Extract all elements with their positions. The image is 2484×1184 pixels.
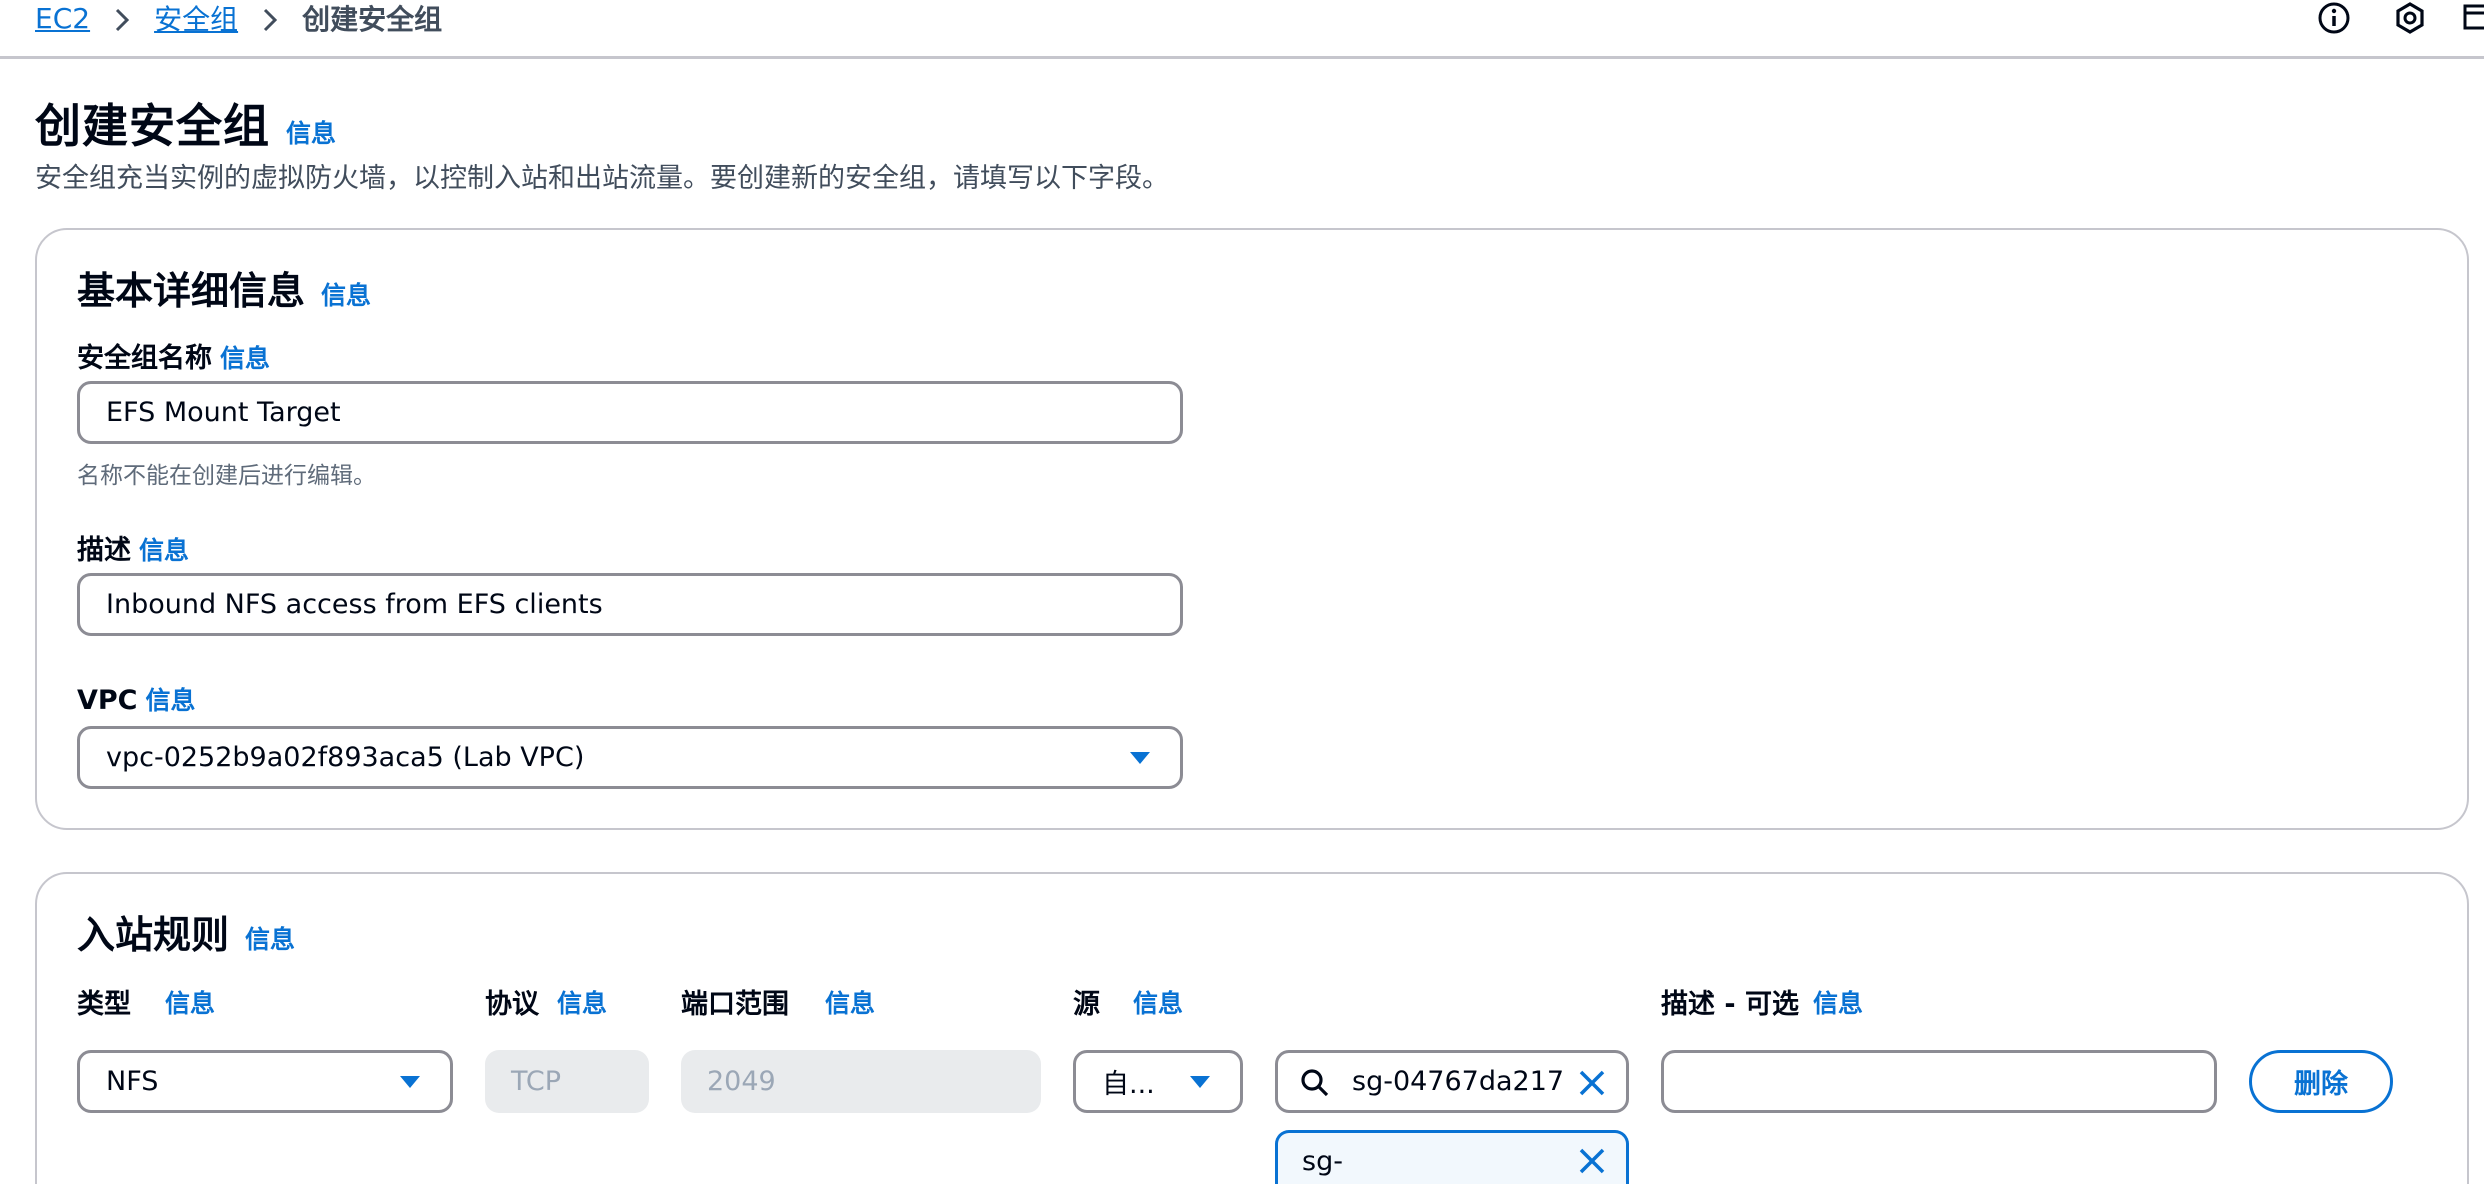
chevron-right-icon [238, 2, 302, 35]
name-field-label: 安全组名称 信息 [77, 336, 270, 375]
page-header: 创建安全组 信息 [35, 90, 336, 156]
breadcrumb: EC2 安全组 创建安全组 [35, 0, 443, 38]
caret-down-icon [1130, 751, 1150, 764]
breadcrumb-security-groups-link[interactable]: 安全组 [154, 0, 238, 38]
create-security-group-page: EC2 安全组 创建安全组 创建安全组 信息 安全组充当实例的虚拟防火墙，以控制… [0, 0, 2484, 1184]
name-hint: 名称不能在创建后进行编辑。 [77, 463, 376, 489]
column-port-label: 端口范围 [681, 989, 789, 1020]
rule-protocol-field: TCP [485, 1050, 649, 1113]
security-group-name-input[interactable]: EFS Mount Target [77, 381, 1183, 444]
rule-source-search-value: sg-04767da217 [1352, 1066, 1565, 1097]
column-protocol-info-link[interactable]: 信息 [557, 984, 607, 1020]
rule-source-type-value: 自... [1102, 1069, 1155, 1100]
column-description-info-link[interactable]: 信息 [1813, 984, 1863, 1020]
column-source-label: 源 [1073, 989, 1100, 1020]
name-info-link[interactable]: 信息 [220, 339, 270, 375]
basic-details-heading: 基本详细信息 信息 [77, 260, 371, 315]
column-port-info-link[interactable]: 信息 [825, 984, 875, 1020]
chevron-right-icon [90, 2, 154, 35]
description-label-text: 描述 [77, 535, 131, 566]
name-label-text: 安全组名称 [77, 343, 212, 374]
description-field-label: 描述 信息 [77, 528, 189, 567]
info-circle-icon[interactable] [2314, 0, 2354, 36]
caret-down-icon [400, 1075, 420, 1088]
column-protocol-label: 协议 [485, 989, 539, 1020]
rule-source-type-select[interactable]: 自... [1073, 1050, 1243, 1113]
column-type-info-link[interactable]: 信息 [165, 984, 215, 1020]
vpc-label-text: VPC [77, 685, 138, 716]
description-input-value: Inbound NFS access from EFS clients [106, 589, 603, 620]
breadcrumb-current: 创建安全组 [302, 3, 443, 36]
description-input[interactable]: Inbound NFS access from EFS clients [77, 573, 1183, 636]
column-type-label: 类型 [77, 989, 131, 1020]
vpc-select-value: vpc-0252b9a02f893aca5 (Lab VPC) [106, 742, 585, 773]
name-input-value: EFS Mount Target [106, 397, 341, 428]
column-description-label: 描述 - 可选 [1661, 989, 1800, 1020]
rule-protocol-value: TCP [511, 1066, 562, 1097]
breadcrumb-ec2-link[interactable]: EC2 [35, 2, 90, 35]
source-token-label: sg- [1302, 1146, 1343, 1177]
page-description: 安全组充当实例的虚拟防火墙，以控制入站和出站流量。要创建新的安全组，请填写以下字… [35, 163, 1169, 194]
section-title: 基本详细信息 [77, 269, 306, 313]
breadcrumb-bar: EC2 安全组 创建安全组 [0, 0, 2484, 59]
rule-port-field: 2049 [681, 1050, 1041, 1113]
rule-description-input[interactable] [1661, 1050, 2217, 1113]
column-source-info-link[interactable]: 信息 [1133, 984, 1183, 1020]
inbound-rules-container: 入站规则 信息 类型 信息 协议 信息 端口范围 信息 源 信息 描述 - 可选… [35, 872, 2469, 1184]
vpc-info-link[interactable]: 信息 [146, 681, 196, 717]
page-info-link[interactable]: 信息 [286, 114, 336, 150]
inbound-title: 入站规则 [77, 913, 230, 957]
delete-rule-button[interactable]: 删除 [2249, 1050, 2393, 1113]
rule-source-search-input[interactable]: sg-04767da217 [1275, 1050, 1629, 1113]
inbound-info-link[interactable]: 信息 [245, 920, 295, 956]
caret-down-icon [1190, 1075, 1210, 1088]
external-panel-icon[interactable] [2458, 0, 2484, 36]
rule-type-select[interactable]: NFS [77, 1050, 453, 1113]
basic-details-container: 基本详细信息 信息 安全组名称 信息 EFS Mount Target 名称不能… [35, 228, 2469, 830]
page-title: 创建安全组 [35, 99, 270, 153]
basic-details-info-link[interactable]: 信息 [321, 276, 371, 312]
rule-port-value: 2049 [707, 1066, 776, 1097]
vpc-field-label: VPC 信息 [77, 681, 196, 717]
rule-type-value: NFS [106, 1066, 159, 1097]
clear-icon[interactable] [1578, 1069, 1606, 1097]
settings-hexagon-icon[interactable] [2390, 0, 2430, 36]
inbound-rules-heading: 入站规则 信息 [77, 904, 295, 959]
vpc-select[interactable]: vpc-0252b9a02f893aca5 (Lab VPC) [77, 726, 1183, 789]
description-info-link[interactable]: 信息 [139, 531, 189, 567]
source-token: sg- [1275, 1130, 1629, 1184]
search-icon [1301, 1069, 1329, 1097]
remove-token-icon[interactable] [1578, 1147, 1606, 1175]
